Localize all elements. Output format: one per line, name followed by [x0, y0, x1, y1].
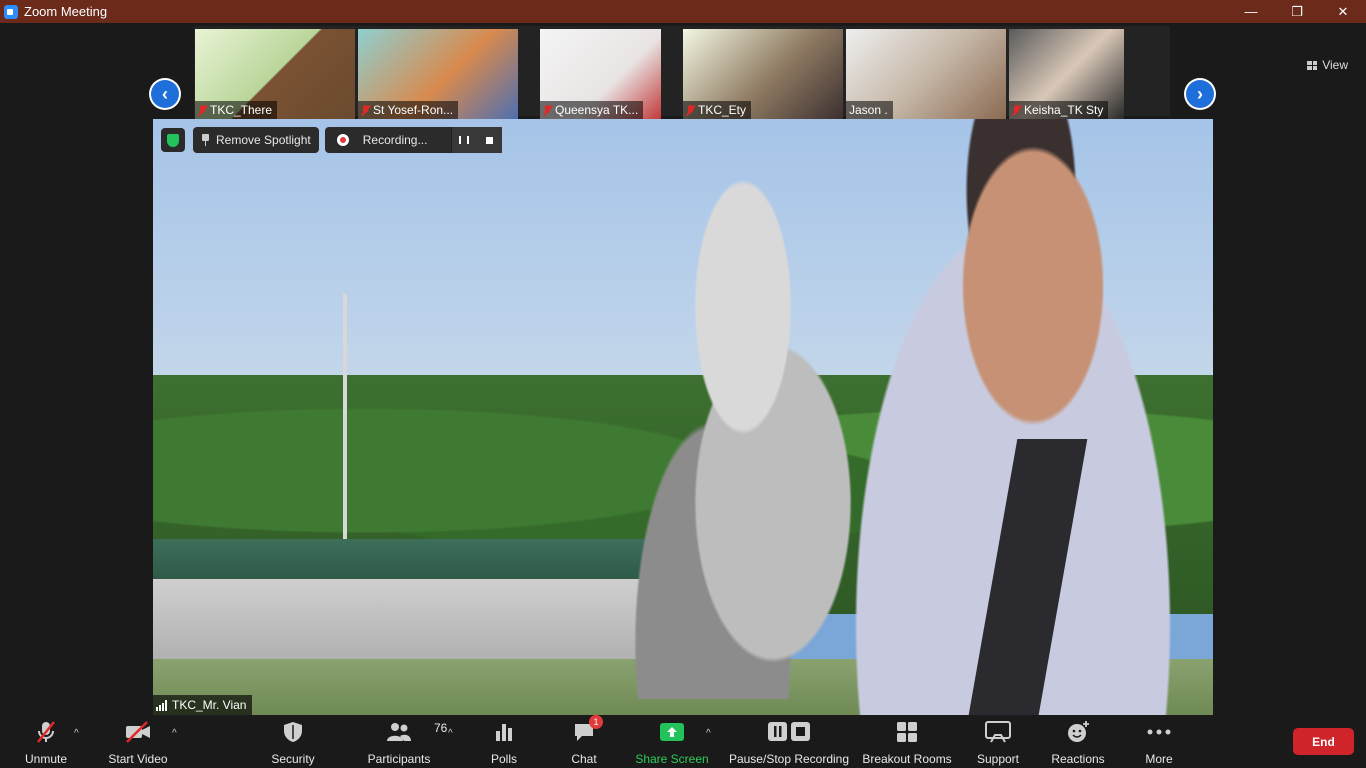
- start-video-button[interactable]: Start Video: [106, 719, 170, 767]
- participant-name-tag: St Yosef-Ron...: [358, 101, 459, 119]
- muted-mic-icon: [686, 104, 695, 116]
- thumbnail-row: TKC_There St Yosef-Ron... Queensya TK...…: [194, 26, 1170, 119]
- gallery-strip: ‹ TKC_There St Yosef-Ron... Queensya TK.…: [0, 23, 1366, 119]
- share-options-caret-icon[interactable]: ^: [706, 728, 711, 739]
- participant-name-tag: TKC_Ety: [683, 101, 752, 119]
- prev-page-button[interactable]: ‹: [149, 78, 181, 110]
- polls-button[interactable]: Polls: [488, 719, 520, 767]
- share-screen-icon: [659, 719, 685, 745]
- end-meeting-button[interactable]: End: [1293, 728, 1354, 755]
- support-button[interactable]: Support: [974, 719, 1022, 767]
- participant-name-tag: Queensya TK...: [540, 101, 644, 119]
- video-options-caret-icon[interactable]: ^: [172, 728, 177, 739]
- participant-thumbnail[interactable]: TKC_Ety: [683, 29, 843, 119]
- breakout-rooms-icon: [896, 719, 918, 745]
- recording-indicator: Recording...: [325, 127, 502, 153]
- security-button[interactable]: Security: [268, 719, 318, 767]
- bar-chart-icon: [494, 719, 514, 745]
- participant-thumbnail[interactable]: Jason .: [846, 29, 1006, 119]
- close-button[interactable]: ✕: [1320, 0, 1366, 23]
- pin-icon: [201, 134, 210, 146]
- participant-name-tag: Keisha_TK Sty: [1009, 101, 1109, 119]
- next-page-button[interactable]: ›: [1184, 78, 1216, 110]
- participants-options-caret-icon[interactable]: ^: [448, 728, 453, 739]
- muted-mic-icon: [543, 104, 552, 116]
- chat-button[interactable]: 1 Chat: [568, 715, 603, 767]
- chat-bubble-icon: 1: [573, 715, 603, 745]
- support-monitor-icon: [985, 719, 1011, 745]
- participant-thumbnail[interactable]: Queensya TK...: [540, 29, 661, 119]
- participant-thumbnail[interactable]: St Yosef-Ron...: [358, 29, 518, 119]
- spotlight-video: Remove Spotlight Recording... TKC_Mr. Vi…: [153, 119, 1213, 715]
- window-title: Zoom Meeting: [24, 4, 108, 19]
- stop-recording-button[interactable]: [476, 127, 502, 153]
- shield-icon: [283, 719, 303, 745]
- remove-spotlight-button[interactable]: Remove Spotlight: [193, 127, 319, 153]
- chat-unread-badge: 1: [589, 715, 603, 729]
- pause-stop-recording-button[interactable]: Pause/Stop Recording: [728, 719, 850, 767]
- participant-thumbnail[interactable]: TKC_There: [195, 29, 355, 119]
- encryption-shield-icon[interactable]: [161, 128, 185, 152]
- window-controls: — ❐ ✕: [1228, 0, 1366, 23]
- signal-strength-icon: [156, 699, 167, 711]
- reactions-button[interactable]: Reactions: [1050, 719, 1106, 767]
- chevron-right-icon: ›: [1186, 80, 1214, 108]
- view-button[interactable]: View: [1307, 58, 1348, 72]
- breakout-rooms-button[interactable]: Breakout Rooms: [862, 719, 952, 767]
- muted-microphone-icon: [35, 719, 57, 745]
- audio-options-caret-icon[interactable]: ^: [74, 728, 79, 739]
- pause-recording-button[interactable]: [451, 127, 477, 153]
- meeting-toolbar: Unmute ^ Start Video ^ Security 76 Parti…: [0, 715, 1366, 768]
- record-dot-icon: [337, 134, 349, 146]
- minimize-button[interactable]: —: [1228, 0, 1274, 23]
- smiley-plus-icon: [1066, 719, 1090, 745]
- participants-count: 76: [434, 721, 448, 735]
- participant-thumbnail[interactable]: Keisha_TK Sty: [1009, 29, 1124, 119]
- video-off-icon: [124, 719, 152, 745]
- participants-button[interactable]: 76 Participants: [366, 719, 448, 767]
- muted-mic-icon: [361, 104, 370, 116]
- ellipsis-icon: [1147, 719, 1171, 745]
- title-bar: Zoom Meeting — ❐ ✕: [0, 0, 1366, 23]
- share-screen-button[interactable]: Share Screen: [635, 719, 709, 767]
- speaker-name-tag: TKC_Mr. Vian: [153, 695, 253, 715]
- restore-button[interactable]: ❐: [1274, 0, 1320, 23]
- zoom-app-icon: [4, 4, 18, 19]
- participant-name-tag: TKC_There: [195, 101, 278, 119]
- pause-stop-icon: [767, 719, 811, 745]
- grid-icon: [1307, 60, 1318, 70]
- chevron-left-icon: ‹: [151, 80, 179, 108]
- muted-mic-icon: [1012, 104, 1021, 116]
- participants-icon: 76: [386, 719, 447, 745]
- unmute-button[interactable]: Unmute: [22, 719, 70, 767]
- participant-name-tag: Jason .: [846, 101, 893, 119]
- more-button[interactable]: More: [1142, 719, 1176, 767]
- muted-mic-icon: [198, 104, 207, 116]
